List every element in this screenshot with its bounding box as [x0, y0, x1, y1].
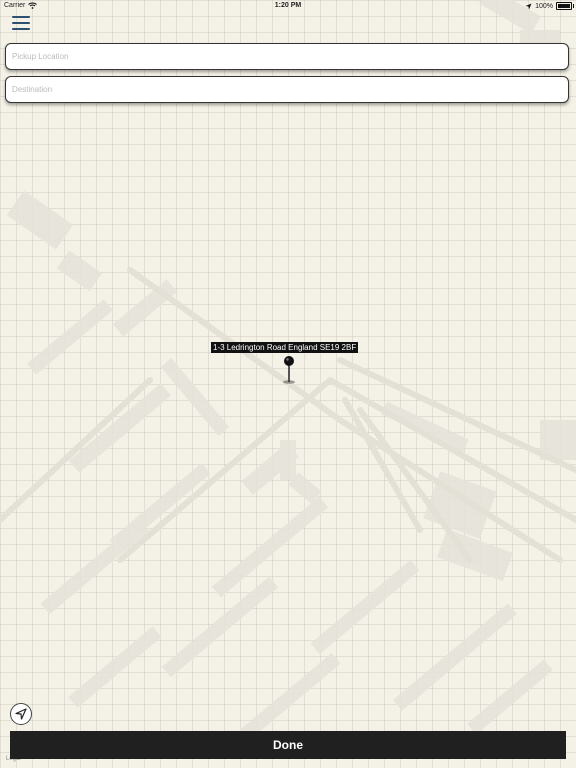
hamburger-menu-icon[interactable]: [12, 16, 30, 30]
battery-icon: [556, 2, 574, 10]
current-location-button[interactable]: [10, 703, 32, 725]
menu-bar-top: [12, 16, 30, 18]
map-pin-icon[interactable]: [282, 355, 296, 385]
menu-bar-bottom: [12, 28, 30, 30]
location-arrow-icon: [525, 3, 532, 9]
destination-input[interactable]: [6, 77, 568, 102]
destination-field[interactable]: [5, 76, 569, 103]
battery-percent: 100%: [535, 2, 553, 10]
status-time: 1:20 PM: [274, 2, 302, 9]
status-bar: Carrier 1:20 PM 100%: [0, 0, 576, 12]
menu-bar-middle: [12, 22, 30, 24]
status-right: 100%: [525, 2, 574, 10]
done-button[interactable]: Done: [10, 731, 566, 759]
pickup-location-field[interactable]: [5, 43, 569, 70]
battery-fill: [558, 4, 570, 8]
pin-address-label: 1-3 Ledrington Road England SE19 2BF: [211, 342, 359, 353]
navigation-arrow-icon: [15, 708, 27, 720]
pickup-location-input[interactable]: [6, 44, 568, 69]
